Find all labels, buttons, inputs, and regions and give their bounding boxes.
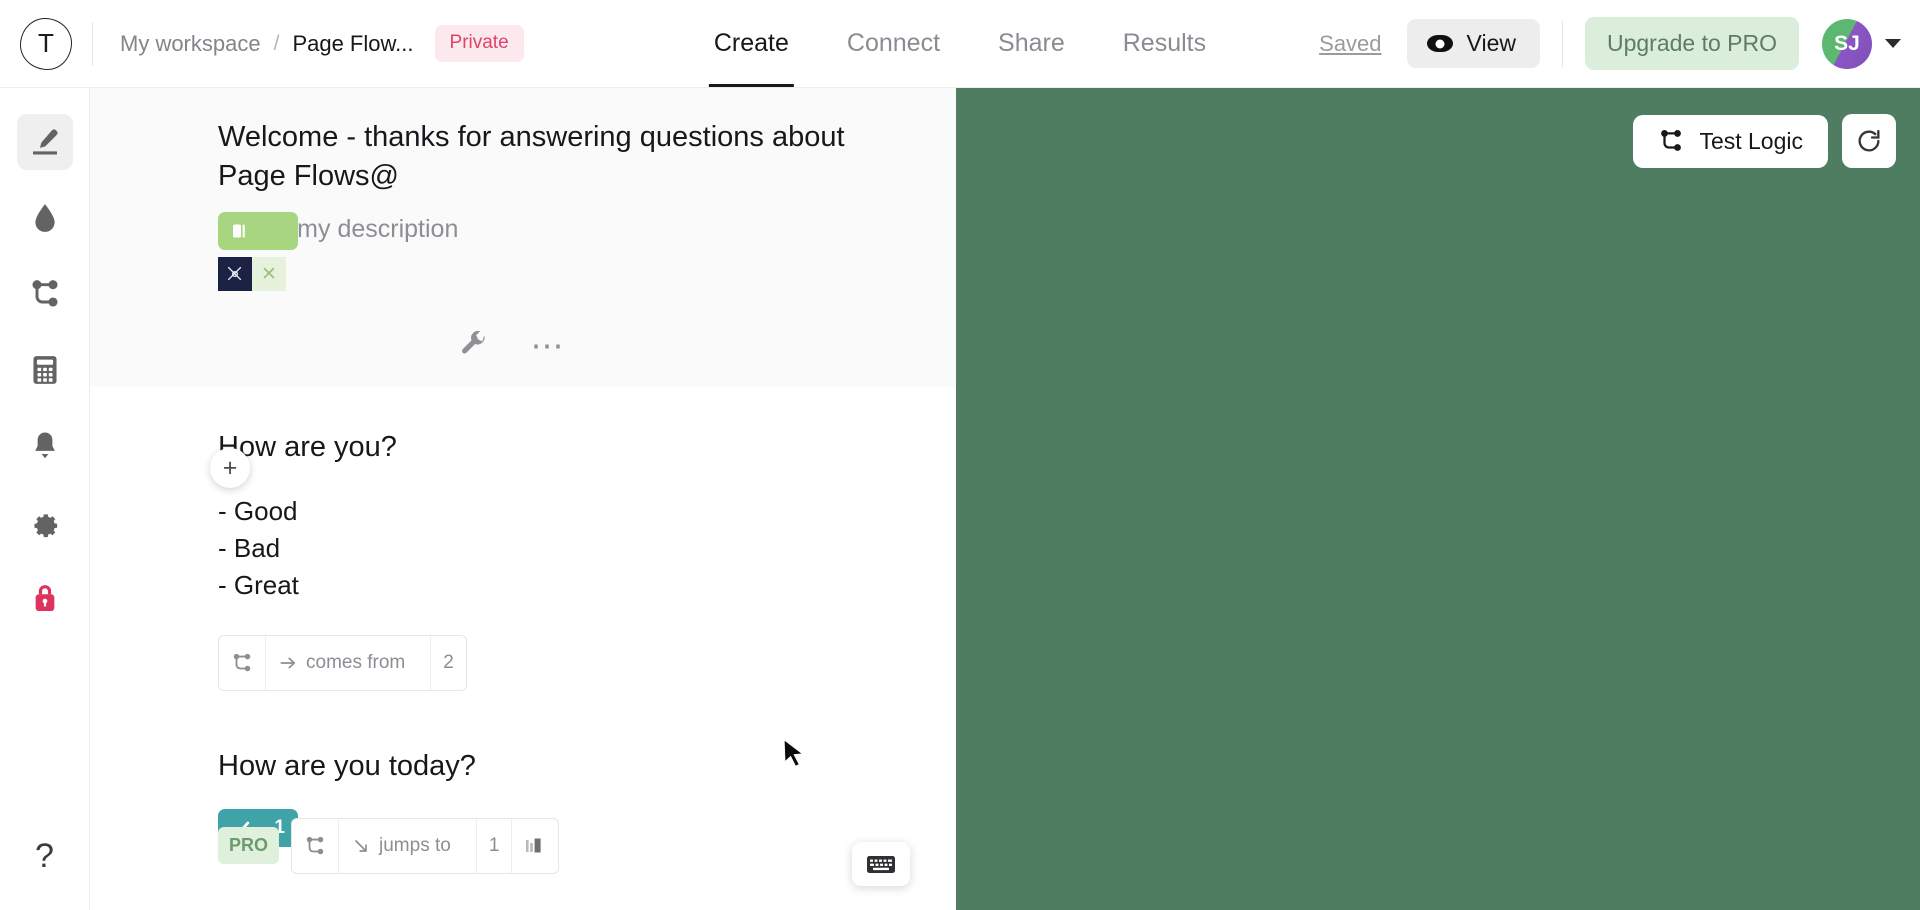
crossed-tools-icon[interactable] bbox=[218, 257, 252, 292]
welcome-description[interactable]: This is my description bbox=[218, 215, 916, 244]
question-2-logic-direction: jumps to bbox=[339, 818, 477, 873]
arrow-down-right-icon bbox=[355, 840, 367, 852]
welcome-block-badge bbox=[218, 212, 298, 250]
logic-branch-icon bbox=[219, 636, 266, 691]
close-x-icon[interactable]: ✕ bbox=[252, 257, 286, 292]
question-block-1[interactable]: 1 How are you? - Good - Bad - Great come… bbox=[90, 386, 956, 848]
tab-share[interactable]: Share bbox=[969, 0, 1094, 87]
welcome-block[interactable]: Welcome - thanks for answering questions… bbox=[90, 88, 956, 387]
sidebar-item-access[interactable] bbox=[17, 570, 73, 626]
lock-icon bbox=[35, 585, 54, 612]
tab-results[interactable]: Results bbox=[1094, 0, 1235, 87]
statement-card-icon bbox=[233, 224, 245, 238]
welcome-title[interactable]: Welcome - thanks for answering questions… bbox=[218, 118, 858, 195]
header-divider bbox=[92, 21, 93, 66]
app-root: T My workspace / Page Flow... Private Cr… bbox=[0, 0, 1920, 910]
app-logo[interactable]: T bbox=[20, 17, 72, 70]
header-divider-2 bbox=[1561, 20, 1563, 67]
logic-branch-icon bbox=[31, 280, 58, 307]
welcome-tools: ⋯ bbox=[218, 329, 916, 364]
main-body: ? Welcome - thanks for answering questio… bbox=[0, 88, 1920, 910]
sidebar-item-content-editor[interactable] bbox=[16, 114, 73, 170]
saved-status-link[interactable]: Saved bbox=[1319, 31, 1381, 57]
keyboard-shortcuts-button[interactable] bbox=[852, 842, 910, 886]
keyboard-icon bbox=[867, 856, 895, 873]
logic-branch-icon bbox=[1661, 130, 1682, 151]
wrench-icon[interactable] bbox=[459, 329, 489, 364]
breadcrumb-workspace[interactable]: My workspace bbox=[120, 31, 261, 57]
privacy-badge[interactable]: Private bbox=[434, 25, 524, 62]
sidebar-item-design[interactable] bbox=[17, 190, 73, 246]
breadcrumb: My workspace / Page Flow... bbox=[120, 31, 414, 57]
pencil-icon bbox=[32, 129, 58, 155]
question-2-title[interactable]: How are you today? bbox=[218, 747, 858, 786]
question-2-logic-label: jumps to bbox=[379, 834, 451, 856]
question-1-logic-pill[interactable]: comes from 2 bbox=[218, 635, 467, 692]
option-item[interactable]: - Great bbox=[218, 567, 916, 604]
test-logic-label: Test Logic bbox=[1699, 127, 1803, 154]
test-logic-button[interactable]: Test Logic bbox=[1633, 114, 1828, 168]
calculator-icon bbox=[32, 356, 57, 384]
question-1-options: - Good - Bad - Great bbox=[218, 493, 916, 604]
question-1-logic-direction: comes from bbox=[266, 636, 432, 691]
logo-container: T bbox=[0, 17, 92, 70]
option-item[interactable]: - Bad bbox=[218, 530, 916, 567]
account-menu[interactable]: SJ bbox=[1822, 18, 1901, 69]
form-preview-pane[interactable]: Test Logic bbox=[956, 88, 1920, 910]
refresh-icon bbox=[1858, 129, 1880, 152]
droplet-icon bbox=[34, 204, 55, 232]
view-button[interactable]: View bbox=[1406, 19, 1540, 68]
tab-create[interactable]: Create bbox=[685, 0, 818, 87]
logic-branch-icon bbox=[292, 818, 340, 873]
question-1-title[interactable]: How are you? bbox=[218, 428, 858, 467]
add-block-button[interactable]: + bbox=[210, 448, 250, 488]
tab-connect[interactable]: Connect bbox=[818, 0, 969, 87]
form-canvas: Welcome - thanks for answering questions… bbox=[90, 88, 956, 910]
breadcrumb-form-title[interactable]: Page Flow... bbox=[292, 31, 413, 57]
upgrade-to-pro-button[interactable]: Upgrade to PRO bbox=[1584, 17, 1799, 70]
avatar[interactable]: SJ bbox=[1822, 18, 1872, 69]
header-actions: Saved View Upgrade to PRO SJ bbox=[1319, 17, 1920, 70]
breadcrumb-separator: / bbox=[273, 31, 280, 55]
sidebar-item-calculator[interactable] bbox=[17, 342, 73, 398]
question-2-logic-row: PRO jumps to 1 bbox=[218, 817, 916, 874]
eye-icon bbox=[1426, 35, 1453, 52]
sidebar-item-notifications[interactable] bbox=[17, 418, 73, 474]
gear-icon bbox=[33, 514, 57, 538]
bell-icon bbox=[34, 432, 55, 459]
welcome-attachment-chips: ✕ bbox=[218, 257, 916, 292]
chevron-down-icon[interactable] bbox=[1885, 39, 1901, 48]
left-sidebar: ? bbox=[0, 88, 90, 910]
question-1-logic-target[interactable]: 2 bbox=[431, 636, 466, 690]
top-header: T My workspace / Page Flow... Private Cr… bbox=[0, 0, 1920, 88]
question-block-2[interactable]: 2 How are you today? PRO bbox=[90, 691, 956, 874]
ellipsis-icon[interactable]: ⋯ bbox=[531, 330, 566, 362]
question-2-logic-target[interactable]: 1 bbox=[477, 818, 513, 873]
sidebar-item-settings[interactable] bbox=[17, 494, 73, 550]
avatar-initials: SJ bbox=[1834, 31, 1860, 55]
option-item[interactable]: - Good bbox=[218, 493, 916, 530]
preview-toolbar: Test Logic bbox=[1633, 114, 1896, 168]
view-button-label: View bbox=[1466, 30, 1516, 56]
pro-badge: PRO bbox=[218, 827, 280, 865]
refresh-preview-button[interactable] bbox=[1842, 114, 1896, 168]
arrow-right-icon bbox=[280, 657, 296, 669]
main-nav: Create Connect Share Results bbox=[685, 0, 1235, 87]
bar-chart-icon[interactable] bbox=[512, 819, 558, 873]
sidebar-item-logic[interactable] bbox=[17, 266, 73, 322]
question-2-logic-pill[interactable]: jumps to 1 bbox=[291, 817, 560, 874]
help-button[interactable]: ? bbox=[17, 828, 73, 884]
question-1-logic-label: comes from bbox=[306, 652, 406, 674]
